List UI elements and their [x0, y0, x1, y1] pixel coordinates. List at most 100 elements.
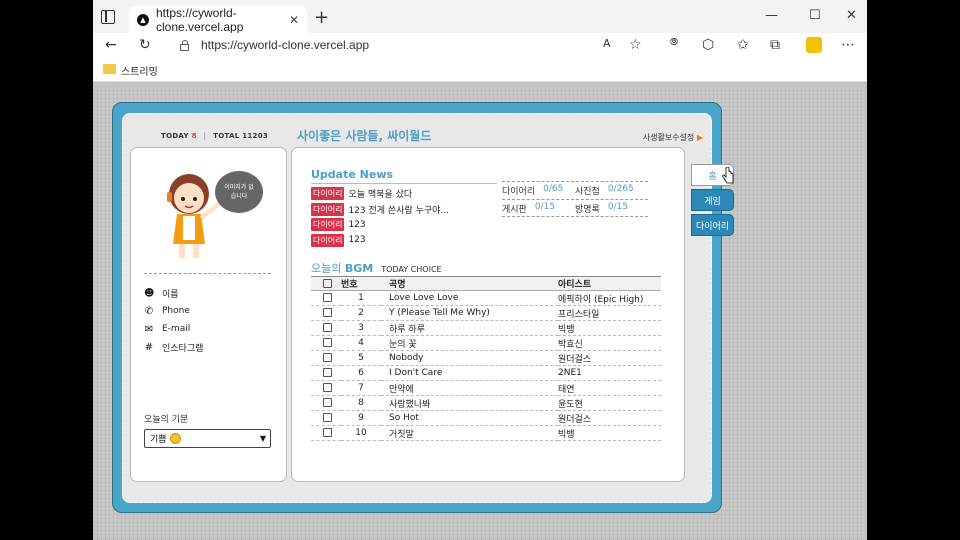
stat-board[interactable]: 게시판 0/15 — [502, 202, 575, 215]
list-item[interactable]: 다이어리 오늘 맥북을 샀다 — [311, 186, 449, 202]
profile-avatar-icon[interactable] — [806, 37, 822, 53]
favorites-icon[interactable]: ✩ — [737, 37, 749, 53]
maximize-button[interactable]: ☐ — [809, 8, 821, 23]
tab-game[interactable]: 게임 — [691, 189, 734, 211]
row-checkbox[interactable] — [323, 413, 332, 422]
row-num: 3 — [341, 320, 381, 336]
row-checkbox[interactable] — [323, 323, 332, 332]
row-artist: 빅뱅 — [558, 320, 661, 336]
row-checkbox[interactable] — [323, 293, 332, 302]
stat-value: 0/65 — [543, 184, 564, 194]
info-label: E-mail — [162, 324, 191, 334]
list-item[interactable]: 다이어리 123 — [311, 233, 449, 249]
back-arrow-icon[interactable]: ← — [105, 37, 117, 53]
stat-guestbook[interactable]: 방명록 0/15 — [575, 202, 648, 215]
smiley-icon: ☻ — [144, 287, 155, 299]
collections-icon[interactable]: ⧉ — [770, 37, 780, 53]
row-check-cell — [311, 425, 341, 441]
privacy-settings-link[interactable]: 사생활보수설정 ▶ — [643, 132, 703, 143]
profile-panel: 이미지가 없 습니다 ☻ 이름 ✆ Phone ✉ E-mail # 인스타그램… — [130, 147, 287, 482]
update-list: 다이어리 오늘 맥북을 샀다 다이어리 123 전게 쓴사람 누구야... 다이… — [311, 186, 449, 248]
favicon-icon: ▲ — [137, 13, 149, 26]
row-song: Nobody — [381, 350, 558, 366]
mood-select[interactable]: 기쁨 ▼ — [144, 429, 271, 448]
info-row-instagram: # 인스타그램 — [144, 338, 204, 356]
close-window-button[interactable]: ✕ — [846, 8, 857, 23]
table-row[interactable]: 10 거짓말 빅뱅 — [311, 425, 661, 441]
stat-value: 0/15 — [534, 201, 556, 212]
row-checkbox[interactable] — [323, 353, 332, 362]
table-row[interactable]: 4 눈의 꽃 박효신 — [311, 335, 661, 351]
row-checkbox[interactable] — [323, 338, 332, 347]
table-row[interactable]: 5 Nobody 원더걸스 — [311, 350, 661, 366]
row-num: 4 — [341, 335, 381, 351]
profile-divider — [144, 273, 271, 274]
select-all-checkbox[interactable] — [323, 278, 332, 288]
row-song: So Hot — [381, 410, 558, 426]
row-checkbox[interactable] — [323, 383, 332, 392]
browser-tab[interactable]: ▲ https://cyworld-clone.vercel.app ✕ — [129, 5, 307, 34]
new-tab-button[interactable]: + — [314, 7, 329, 28]
tab-title: https://cyworld-clone.vercel.app — [156, 5, 244, 34]
row-num: 10 — [341, 425, 381, 441]
row-artist: 원더걸스 — [558, 350, 661, 366]
row-checkbox[interactable] — [323, 308, 332, 317]
stat-diary[interactable]: 다이어리 0/65 — [502, 184, 575, 197]
svg-text:이미지가 없: 이미지가 없 — [224, 183, 254, 191]
stat-label: 사진첩 — [575, 187, 600, 197]
stats-row: 다이어리 0/65 사진첩 0/265 — [502, 181, 648, 199]
list-item[interactable]: 다이어리 123 — [311, 217, 449, 233]
bgm-heading-bold: BGM — [344, 262, 374, 275]
minimize-button[interactable]: — — [765, 8, 778, 23]
more-menu-icon[interactable]: ⋯ — [841, 37, 855, 53]
stat-photo[interactable]: 사진첩 0/265 — [575, 184, 648, 197]
refresh-icon[interactable]: ↻ — [139, 37, 151, 53]
update-text: 123 — [348, 235, 366, 246]
row-num: 1 — [341, 290, 381, 306]
mail-icon: ✉ — [144, 323, 154, 335]
header-song: 곡명 — [381, 276, 558, 291]
table-row[interactable]: 1 Love Love Love 에픽하이 (Epic High) — [311, 290, 661, 306]
row-artist: 에픽하이 (Epic High) — [558, 290, 661, 306]
table-row[interactable]: 3 하루 하루 빅뱅 — [311, 320, 661, 336]
table-row[interactable]: 7 만약에 태연 — [311, 380, 661, 396]
row-checkbox[interactable] — [323, 398, 332, 407]
tab-close-icon[interactable]: ✕ — [289, 13, 299, 27]
table-row[interactable]: 8 사랑했나봐 윤도현 — [311, 395, 661, 411]
row-song: Y (Please Tell Me Why) — [381, 305, 558, 321]
row-check-cell — [311, 365, 341, 381]
table-row[interactable]: 2Y (Please Tell Me Why) 프리스타일 — [311, 305, 661, 321]
table-row[interactable]: 9 So Hot 원더걸스 — [311, 410, 661, 426]
today-count: 8 — [191, 132, 197, 140]
row-num: 6 — [341, 365, 381, 381]
list-item[interactable]: 다이어리 123 전게 쓴사람 누구야... — [311, 202, 449, 218]
browser-window: ▲ https://cyworld-clone.vercel.app ✕ + —… — [93, 0, 867, 540]
copilot-icon[interactable]: ⬡ — [702, 37, 714, 53]
row-artist: 프리스타일 — [558, 305, 661, 321]
tab-diary[interactable]: 다이어리 — [691, 214, 734, 236]
row-artist: 박효신 — [558, 335, 661, 351]
table-row[interactable]: 6I Don't Care 2NE1 — [311, 365, 661, 381]
favorite-star-icon[interactable]: ☆ — [629, 37, 642, 53]
row-checkbox[interactable] — [323, 428, 332, 437]
visit-counter: TODAY 8 | TOTAL 11203 — [161, 132, 268, 140]
info-row-email: ✉ E-mail — [144, 320, 203, 338]
extension-icon[interactable]: ⦾ — [670, 37, 678, 48]
stat-label: 게시판 — [502, 204, 527, 215]
smile-emoji-icon — [169, 433, 181, 444]
bgm-table: 번호 곡명 아티스트 1 Love Love Love 에픽하이 (Epic Hig… — [311, 276, 661, 441]
address-bar[interactable]: https://cyworld-clone.vercel.app — [180, 38, 369, 52]
row-song: 하루 하루 — [381, 320, 558, 336]
triangle-right-icon: ▶ — [696, 133, 703, 142]
row-checkbox[interactable] — [323, 368, 332, 377]
update-news-title: Update News — [311, 168, 394, 181]
bgm-subtitle: TODAY CHOICE — [381, 265, 442, 274]
browser-toolbar: ← ↻ https://cyworld-clone.vercel.app A ☆… — [93, 33, 867, 58]
hand-cursor-icon — [722, 167, 734, 184]
read-aloud-icon[interactable]: A — [603, 37, 611, 50]
info-label: 이름 — [162, 289, 179, 300]
bookmark-streaming[interactable]: 스트리밍 — [121, 63, 158, 78]
tab-actions-icon[interactable] — [101, 10, 115, 24]
info-row-phone: ✆ Phone — [144, 302, 203, 320]
phone-icon: ✆ — [144, 305, 154, 317]
